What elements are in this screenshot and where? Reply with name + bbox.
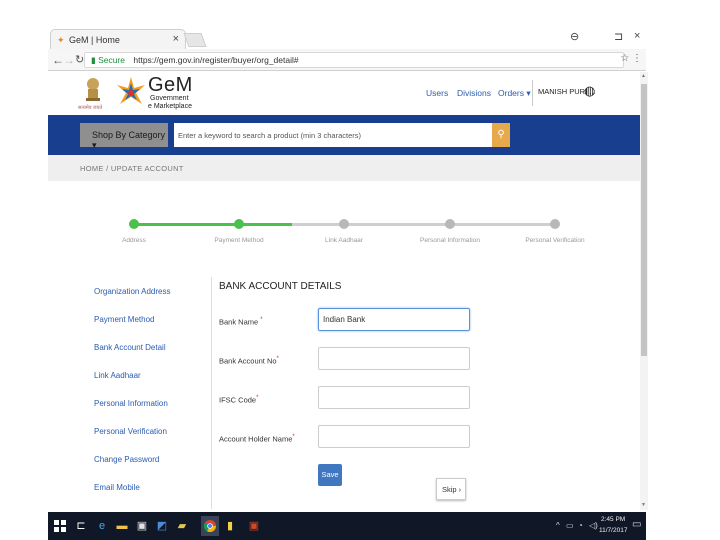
close-window-icon[interactable]: × bbox=[634, 30, 640, 42]
scrollbar-thumb[interactable] bbox=[641, 84, 647, 356]
step-label-link-aadhaar: Link Aadhaar bbox=[325, 237, 363, 244]
screenshot: ✦ GeM | Home × ⊖ ⊐ × ← → ↻ ▮ Secure http… bbox=[0, 0, 720, 540]
national-emblem-icon bbox=[86, 78, 100, 101]
bank-account-no-label: Bank Account No* bbox=[219, 356, 279, 366]
windows-taskbar: ⊏ e ▬ ▣ ◩ ▰ ▮ ▣ ^ ▭ ◔ ◁) ▭ bbox=[48, 512, 646, 540]
bank-name-label-text: Bank Name bbox=[219, 317, 259, 327]
ifsc-code-label: IFSC Code* bbox=[219, 395, 258, 405]
show-hidden-icons-icon[interactable]: ^ bbox=[556, 521, 560, 530]
search-icon[interactable]: ⚲ bbox=[492, 123, 510, 147]
windows-start-icon[interactable] bbox=[54, 520, 66, 532]
emblem-caption: सत्यमेव जयते bbox=[78, 105, 103, 111]
volume-icon[interactable]: ◁) bbox=[589, 521, 598, 530]
breadcrumb[interactable]: HOME / UPDATE ACCOUNT bbox=[80, 164, 184, 173]
outlook-icon[interactable]: ◩ bbox=[156, 520, 168, 532]
required-mark: * bbox=[256, 395, 259, 401]
sticky-notes-icon[interactable]: ▮ bbox=[224, 520, 236, 532]
reload-icon[interactable]: ↻ bbox=[75, 53, 84, 66]
task-view-icon[interactable]: ⊏ bbox=[75, 520, 87, 532]
bank-account-no-field[interactable] bbox=[318, 347, 470, 370]
step-dot-address[interactable] bbox=[129, 219, 139, 229]
required-mark: * bbox=[292, 434, 295, 440]
account-holder-name-label: Account Holder Name* bbox=[219, 434, 295, 444]
site-header: सत्यमेव जयते GeM Government e Marketplac… bbox=[48, 72, 640, 115]
bookmark-star-icon[interactable]: ☆ ⋮ bbox=[620, 53, 642, 64]
bank-name-label: Bank Name * bbox=[219, 317, 263, 327]
browser-toolbar: ← → ↻ ▮ Secure https://gem.gov.in/regist… bbox=[48, 49, 646, 71]
scroll-down-arrow-icon[interactable]: ▼ bbox=[641, 502, 646, 508]
battery-icon[interactable]: ▭ bbox=[566, 521, 574, 530]
skip-button[interactable]: Skip › bbox=[436, 478, 466, 500]
stepper-progress-line bbox=[134, 223, 292, 226]
address-bar[interactable]: ▮ Secure https://gem.gov.in/register/buy… bbox=[84, 52, 624, 68]
search-input[interactable] bbox=[174, 123, 492, 147]
nav-orders[interactable]: Orders ▾ bbox=[498, 88, 531, 99]
user-avatar-icon[interactable]: ◍ bbox=[584, 83, 595, 99]
ifsc-code-label-text: IFSC Code bbox=[219, 395, 257, 405]
chrome-icon[interactable] bbox=[204, 520, 216, 532]
logo-subtitle-1: Government bbox=[150, 95, 189, 102]
sidebar-item-personal-verification[interactable]: Personal Verification bbox=[94, 427, 167, 436]
logo-title: GeM bbox=[148, 74, 193, 96]
store-icon[interactable]: ▣ bbox=[136, 520, 148, 532]
taskbar-date[interactable]: 11/7/2017 bbox=[599, 527, 627, 534]
gem-favicon-icon: ✦ bbox=[57, 35, 65, 45]
account-holder-name-field[interactable] bbox=[318, 425, 470, 448]
stepper-remaining-line bbox=[292, 223, 556, 226]
file-explorer-icon[interactable]: ▬ bbox=[116, 520, 128, 532]
ifsc-code-field[interactable] bbox=[318, 386, 470, 409]
sidebar-item-personal-information[interactable]: Personal Information bbox=[94, 399, 168, 408]
nav-divisions[interactable]: Divisions bbox=[457, 88, 491, 98]
restore-window-icon[interactable]: ⊐ bbox=[614, 30, 623, 43]
browser-tab-strip: ✦ GeM | Home × ⊖ ⊐ × bbox=[48, 27, 646, 49]
step-label-personal-information: Personal Information bbox=[420, 237, 480, 244]
powerpoint-icon[interactable]: ▣ bbox=[248, 520, 260, 532]
header-divider bbox=[532, 80, 533, 106]
notification-icon[interactable]: ▭ bbox=[632, 519, 641, 530]
tab-close-icon[interactable]: × bbox=[173, 33, 179, 45]
step-label-address: Address bbox=[122, 237, 146, 244]
sidebar-item-link-aadhaar[interactable]: Link Aadhaar bbox=[94, 371, 141, 380]
sidebar-item-email-mobile[interactable]: Email Mobile bbox=[94, 483, 140, 492]
sidebar-item-payment-method[interactable]: Payment Method bbox=[94, 315, 154, 324]
step-dot-personal-information[interactable] bbox=[445, 219, 455, 229]
url-text: https://gem.gov.in/register/buyer/org_de… bbox=[133, 55, 299, 65]
breadcrumb-bar: HOME / UPDATE ACCOUNT bbox=[48, 155, 640, 181]
step-label-payment-method: Payment Method bbox=[214, 237, 264, 244]
step-dot-personal-verification[interactable] bbox=[550, 219, 560, 229]
step-label-personal-verification: Personal Verification bbox=[525, 237, 585, 244]
folder-icon[interactable]: ▰ bbox=[176, 520, 188, 532]
new-tab-button[interactable] bbox=[183, 33, 207, 47]
required-mark: * bbox=[276, 356, 279, 362]
gem-logo-icon[interactable] bbox=[114, 75, 148, 109]
tab-title: GeM | Home bbox=[69, 35, 120, 45]
logo-subtitle-2: e Marketplace bbox=[148, 103, 192, 110]
step-dot-link-aadhaar[interactable] bbox=[339, 219, 349, 229]
sidebar-item-change-password[interactable]: Change Password bbox=[94, 455, 159, 464]
browser-tab[interactable]: ✦ GeM | Home × bbox=[50, 29, 186, 49]
network-icon[interactable]: ◔ bbox=[578, 521, 583, 530]
edge-browser-icon[interactable]: e bbox=[96, 520, 108, 532]
sidebar-item-bank-account-detail[interactable]: Bank Account Detail bbox=[94, 343, 166, 352]
taskbar-time[interactable]: 2:45 PM bbox=[601, 516, 625, 523]
bank-account-no-label-text: Bank Account No bbox=[219, 356, 277, 366]
step-dot-payment-method[interactable] bbox=[234, 219, 244, 229]
search-bar-band: Shop By Category ▾ ⚲ bbox=[48, 115, 640, 155]
account-holder-name-label-text: Account Holder Name bbox=[219, 434, 293, 444]
lock-icon: ▮ bbox=[91, 55, 96, 65]
shop-by-category-button[interactable]: Shop By Category ▾ bbox=[80, 123, 168, 150]
secure-label: Secure bbox=[98, 55, 125, 65]
sidebar-item-organization-address[interactable]: Organization Address bbox=[94, 287, 171, 296]
form-title: BANK ACCOUNT DETAILS bbox=[219, 281, 342, 292]
bank-name-field[interactable] bbox=[318, 308, 470, 331]
required-mark: * bbox=[260, 317, 263, 323]
save-button[interactable]: Save bbox=[318, 464, 342, 486]
nav-users[interactable]: Users bbox=[426, 88, 448, 98]
profile-icon[interactable]: ⊖ bbox=[570, 30, 579, 43]
scroll-up-arrow-icon[interactable]: ▲ bbox=[641, 73, 646, 79]
sidebar-divider bbox=[211, 277, 212, 509]
forward-arrow-icon[interactable]: → bbox=[63, 53, 75, 67]
